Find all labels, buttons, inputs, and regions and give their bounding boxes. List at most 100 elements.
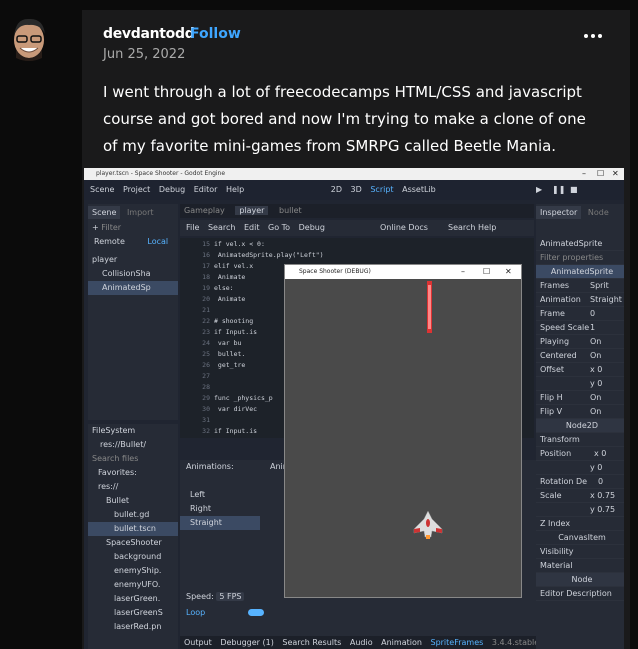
minimize-icon[interactable]: –: [582, 168, 586, 180]
menu-debug[interactable]: Debug: [159, 185, 185, 194]
tab-audio[interactable]: Audio: [350, 638, 373, 647]
fs-item[interactable]: laserGreen.: [88, 592, 178, 606]
mode-assetlib[interactable]: AssetLib: [402, 185, 436, 194]
rotation-row[interactable]: Rotation De 0: [536, 475, 624, 489]
inspector-property-row[interactable]: Flip H On: [536, 391, 624, 405]
script-menu-search[interactable]: Search: [208, 223, 235, 232]
game-canvas[interactable]: [285, 279, 521, 597]
inspector-property-row[interactable]: Speed Scale 1: [536, 321, 624, 335]
script-menu-debug[interactable]: Debug: [299, 223, 325, 232]
editor-description[interactable]: Editor Description: [536, 587, 624, 601]
online-docs-button[interactable]: Online Docs: [380, 220, 428, 236]
section-material[interactable]: Material: [536, 559, 624, 573]
transform-section[interactable]: Transform: [536, 433, 624, 447]
position-y-row[interactable]: y 0: [536, 461, 624, 475]
inspector-property-row[interactable]: Offset x 0: [536, 363, 624, 377]
property-value[interactable]: y 0: [590, 377, 602, 390]
tab-output[interactable]: Output: [184, 638, 212, 647]
add-node-icon[interactable]: +: [92, 223, 99, 232]
maximize-icon[interactable]: ☐: [597, 168, 604, 180]
fs-path[interactable]: res://Bullet/: [88, 438, 178, 452]
section-canvasitem[interactable]: CanvasItem: [536, 531, 624, 545]
debug-close-icon[interactable]: ✕: [505, 265, 512, 279]
scale-y-row[interactable]: y 0.75: [536, 503, 624, 517]
fs-item[interactable]: Favorites:: [88, 466, 178, 480]
inspector-property-row[interactable]: y 0: [536, 377, 624, 391]
filter-properties-input[interactable]: Filter properties: [536, 251, 624, 265]
mode-script[interactable]: Script: [370, 185, 393, 194]
stop-icon[interactable]: ■: [570, 180, 578, 200]
user-avatar[interactable]: [8, 14, 50, 64]
filter-input[interactable]: Filter: [101, 223, 121, 232]
inspector-property-row[interactable]: Animation Straight: [536, 293, 624, 307]
search-help-button[interactable]: Search Help: [448, 220, 496, 236]
close-icon[interactable]: ✕: [612, 168, 619, 180]
inspector-property-row[interactable]: Centered On: [536, 349, 624, 363]
tab-animation[interactable]: Animation: [381, 638, 422, 647]
more-options-icon[interactable]: [584, 34, 602, 38]
inspector-property-row[interactable]: Playing On: [536, 335, 624, 349]
debug-maximize-icon[interactable]: ☐: [483, 265, 490, 279]
speed-input[interactable]: 5 FPS: [216, 592, 245, 601]
anim-item-right[interactable]: Right: [180, 502, 260, 516]
file-tab-gameplay[interactable]: Gameplay: [184, 206, 225, 215]
code-line[interactable]: 16 AnimatedSprite.play("Left"): [180, 250, 534, 261]
fs-item[interactable]: bullet.gd: [88, 508, 178, 522]
fs-item[interactable]: Bullet: [88, 494, 178, 508]
property-value[interactable]: 1: [590, 321, 595, 334]
section-zindex[interactable]: Z Index: [536, 517, 624, 531]
fs-item[interactable]: res://: [88, 480, 178, 494]
property-value[interactable]: Straight: [590, 293, 622, 306]
inspector-property-row[interactable]: Flip V On: [536, 405, 624, 419]
remote-toggle[interactable]: Remote: [94, 237, 125, 246]
pause-icon[interactable]: ❚❚: [552, 180, 565, 200]
menu-editor[interactable]: Editor: [194, 185, 218, 194]
tab-import[interactable]: Import: [123, 206, 158, 219]
play-icon[interactable]: ▶: [536, 180, 542, 200]
tab-search-results[interactable]: Search Results: [282, 638, 341, 647]
tree-item-player[interactable]: player: [88, 253, 178, 267]
anim-item-left[interactable]: Left: [180, 488, 260, 502]
tab-node[interactable]: Node: [584, 206, 613, 219]
inspector-node-name[interactable]: AnimatedSprite: [536, 237, 624, 251]
script-menu-goto[interactable]: Go To: [268, 223, 290, 232]
scale-row[interactable]: Scale x 0.75: [536, 489, 624, 503]
position-row[interactable]: Position x 0: [536, 447, 624, 461]
property-value[interactable]: x 0: [590, 363, 602, 376]
property-value[interactable]: On: [590, 335, 601, 348]
property-value[interactable]: On: [590, 349, 601, 362]
fs-item[interactable]: laserRed.pn: [88, 620, 178, 634]
fs-item[interactable]: bullet.tscn: [88, 522, 178, 536]
menu-help[interactable]: Help: [226, 185, 244, 194]
inspector-property-row[interactable]: Frames Sprit: [536, 279, 624, 293]
debug-minimize-icon[interactable]: –: [461, 265, 465, 279]
menu-project[interactable]: Project: [123, 185, 150, 194]
script-menu-file[interactable]: File: [186, 223, 199, 232]
file-tab-bullet[interactable]: bullet: [279, 206, 302, 215]
inspector-property-row[interactable]: Frame 0: [536, 307, 624, 321]
file-tab-player[interactable]: player: [235, 206, 269, 215]
fs-item[interactable]: background: [88, 550, 178, 564]
property-value[interactable]: On: [590, 405, 601, 418]
mode-2d[interactable]: 2D: [331, 185, 342, 194]
fs-search-input[interactable]: Search files: [88, 452, 178, 466]
menu-scene[interactable]: Scene: [90, 185, 114, 194]
inspector-class-header[interactable]: AnimatedSprite: [536, 265, 624, 279]
script-menu-edit[interactable]: Edit: [244, 223, 260, 232]
anim-item-straight[interactable]: Straight: [180, 516, 260, 530]
tab-spriteframes[interactable]: SpriteFrames: [430, 638, 483, 647]
fs-item[interactable]: SpaceShooter: [88, 536, 178, 550]
property-value[interactable]: Sprit: [590, 279, 609, 292]
tree-item-collision[interactable]: CollisionSha: [88, 267, 178, 281]
username[interactable]: devdantodd: [103, 26, 195, 42]
fs-item[interactable]: enemyUFO.: [88, 578, 178, 592]
loop-row[interactable]: Loop: [186, 606, 264, 620]
tab-scene[interactable]: Scene: [88, 206, 121, 219]
fs-item[interactable]: enemyShip.: [88, 564, 178, 578]
property-value[interactable]: On: [590, 391, 601, 404]
tree-item-animatedsprite[interactable]: AnimatedSp: [88, 281, 178, 295]
tab-debugger[interactable]: Debugger (1): [220, 638, 273, 647]
mode-3d[interactable]: 3D: [351, 185, 362, 194]
fs-item[interactable]: laserGreenS: [88, 606, 178, 620]
loop-toggle[interactable]: [247, 609, 264, 616]
